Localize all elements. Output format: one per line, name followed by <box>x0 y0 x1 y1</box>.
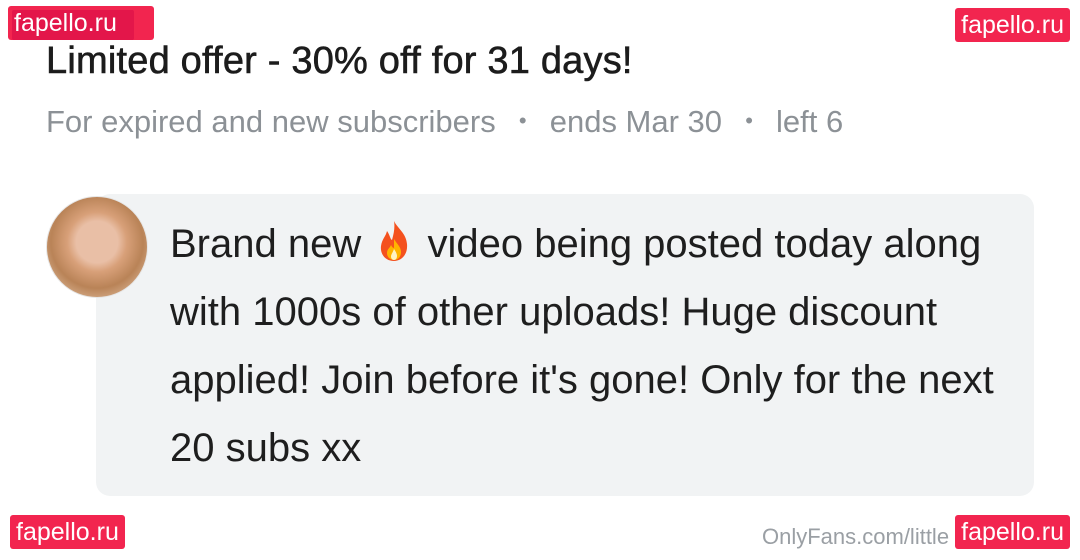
meta-separator: • <box>518 108 527 133</box>
offer-title: Limited offer - 30% off for 31 days! <box>46 40 633 83</box>
watermark-bottom-right: fapello.ru <box>955 515 1070 549</box>
message-text: Brand new video being posted today along… <box>170 210 1010 482</box>
watermark-top-right: fapello.ru <box>955 8 1070 42</box>
fire-icon <box>374 219 414 263</box>
offer-remaining: left 6 <box>776 104 844 139</box>
source-url: OnlyFans.com/little <box>762 524 950 549</box>
offer-ends: ends Mar 30 <box>549 104 723 139</box>
message-part-1: Brand new <box>170 222 373 266</box>
watermark-bottom-left: fapello.ru <box>10 515 125 549</box>
offer-audience: For expired and new subscribers <box>46 104 496 139</box>
offer-meta: For expired and new subscribers • ends Mar… <box>46 104 843 140</box>
watermark-top-left: fapello.ru <box>8 6 154 40</box>
avatar[interactable] <box>46 196 148 298</box>
meta-separator: • <box>745 108 753 133</box>
watermark-top-left-label: fapello.ru <box>14 9 117 37</box>
